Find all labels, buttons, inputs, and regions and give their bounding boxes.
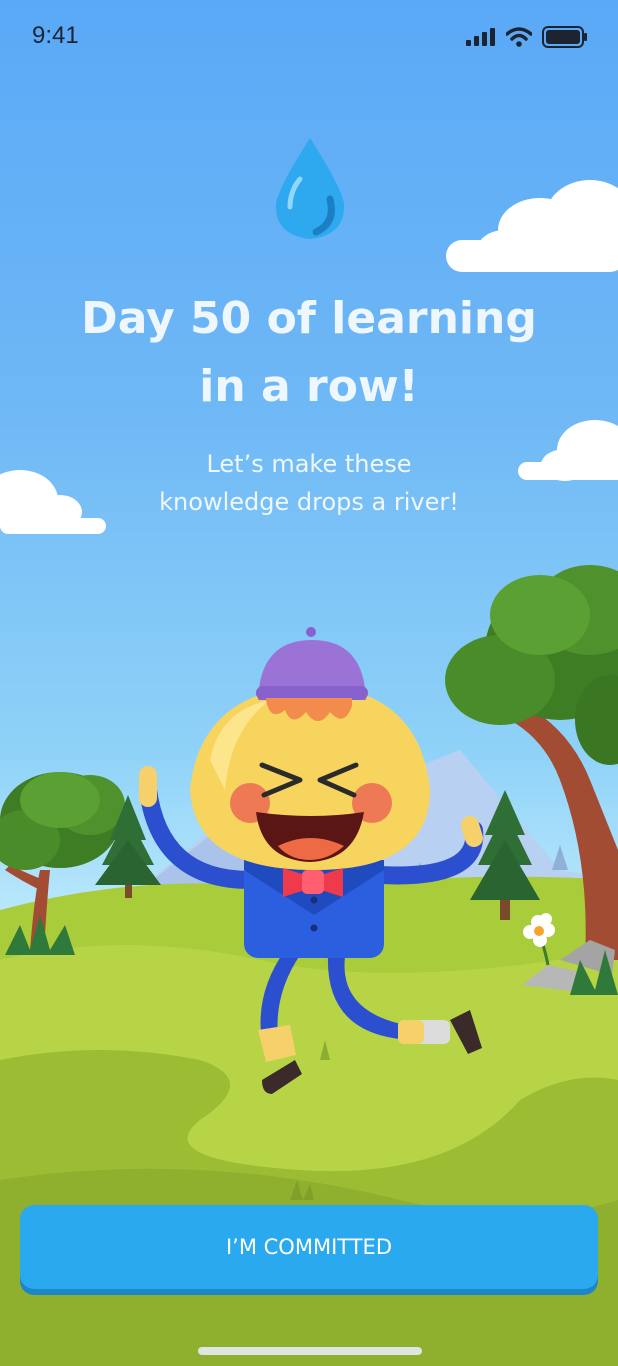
status-icons xyxy=(466,26,588,48)
status-bar: 9:41 xyxy=(0,0,618,70)
battery-icon xyxy=(542,26,587,48)
headline-line-2: in a row! xyxy=(199,361,419,412)
subtext-line-2: knowledge drops a river! xyxy=(159,488,459,516)
wifi-icon xyxy=(506,27,532,47)
cloud-right-top xyxy=(446,180,618,272)
status-time: 9:41 xyxy=(32,22,79,49)
im-committed-button[interactable]: I’M COMMITTED xyxy=(20,1205,598,1289)
subtext-line-1: Let’s make these xyxy=(206,450,412,478)
streak-headline: Day 50 of learning in a row! xyxy=(0,285,618,421)
encouragement-text: Let’s make these knowledge drops a river… xyxy=(0,445,618,521)
water-drop-icon xyxy=(275,138,345,239)
home-indicator xyxy=(198,1347,422,1355)
headline-line-1: Day 50 of learning xyxy=(81,293,537,344)
streak-celebration-screen: 9:41 Day 50 of learning in a row! Let’s … xyxy=(0,0,618,1366)
signal-icon xyxy=(466,28,495,46)
